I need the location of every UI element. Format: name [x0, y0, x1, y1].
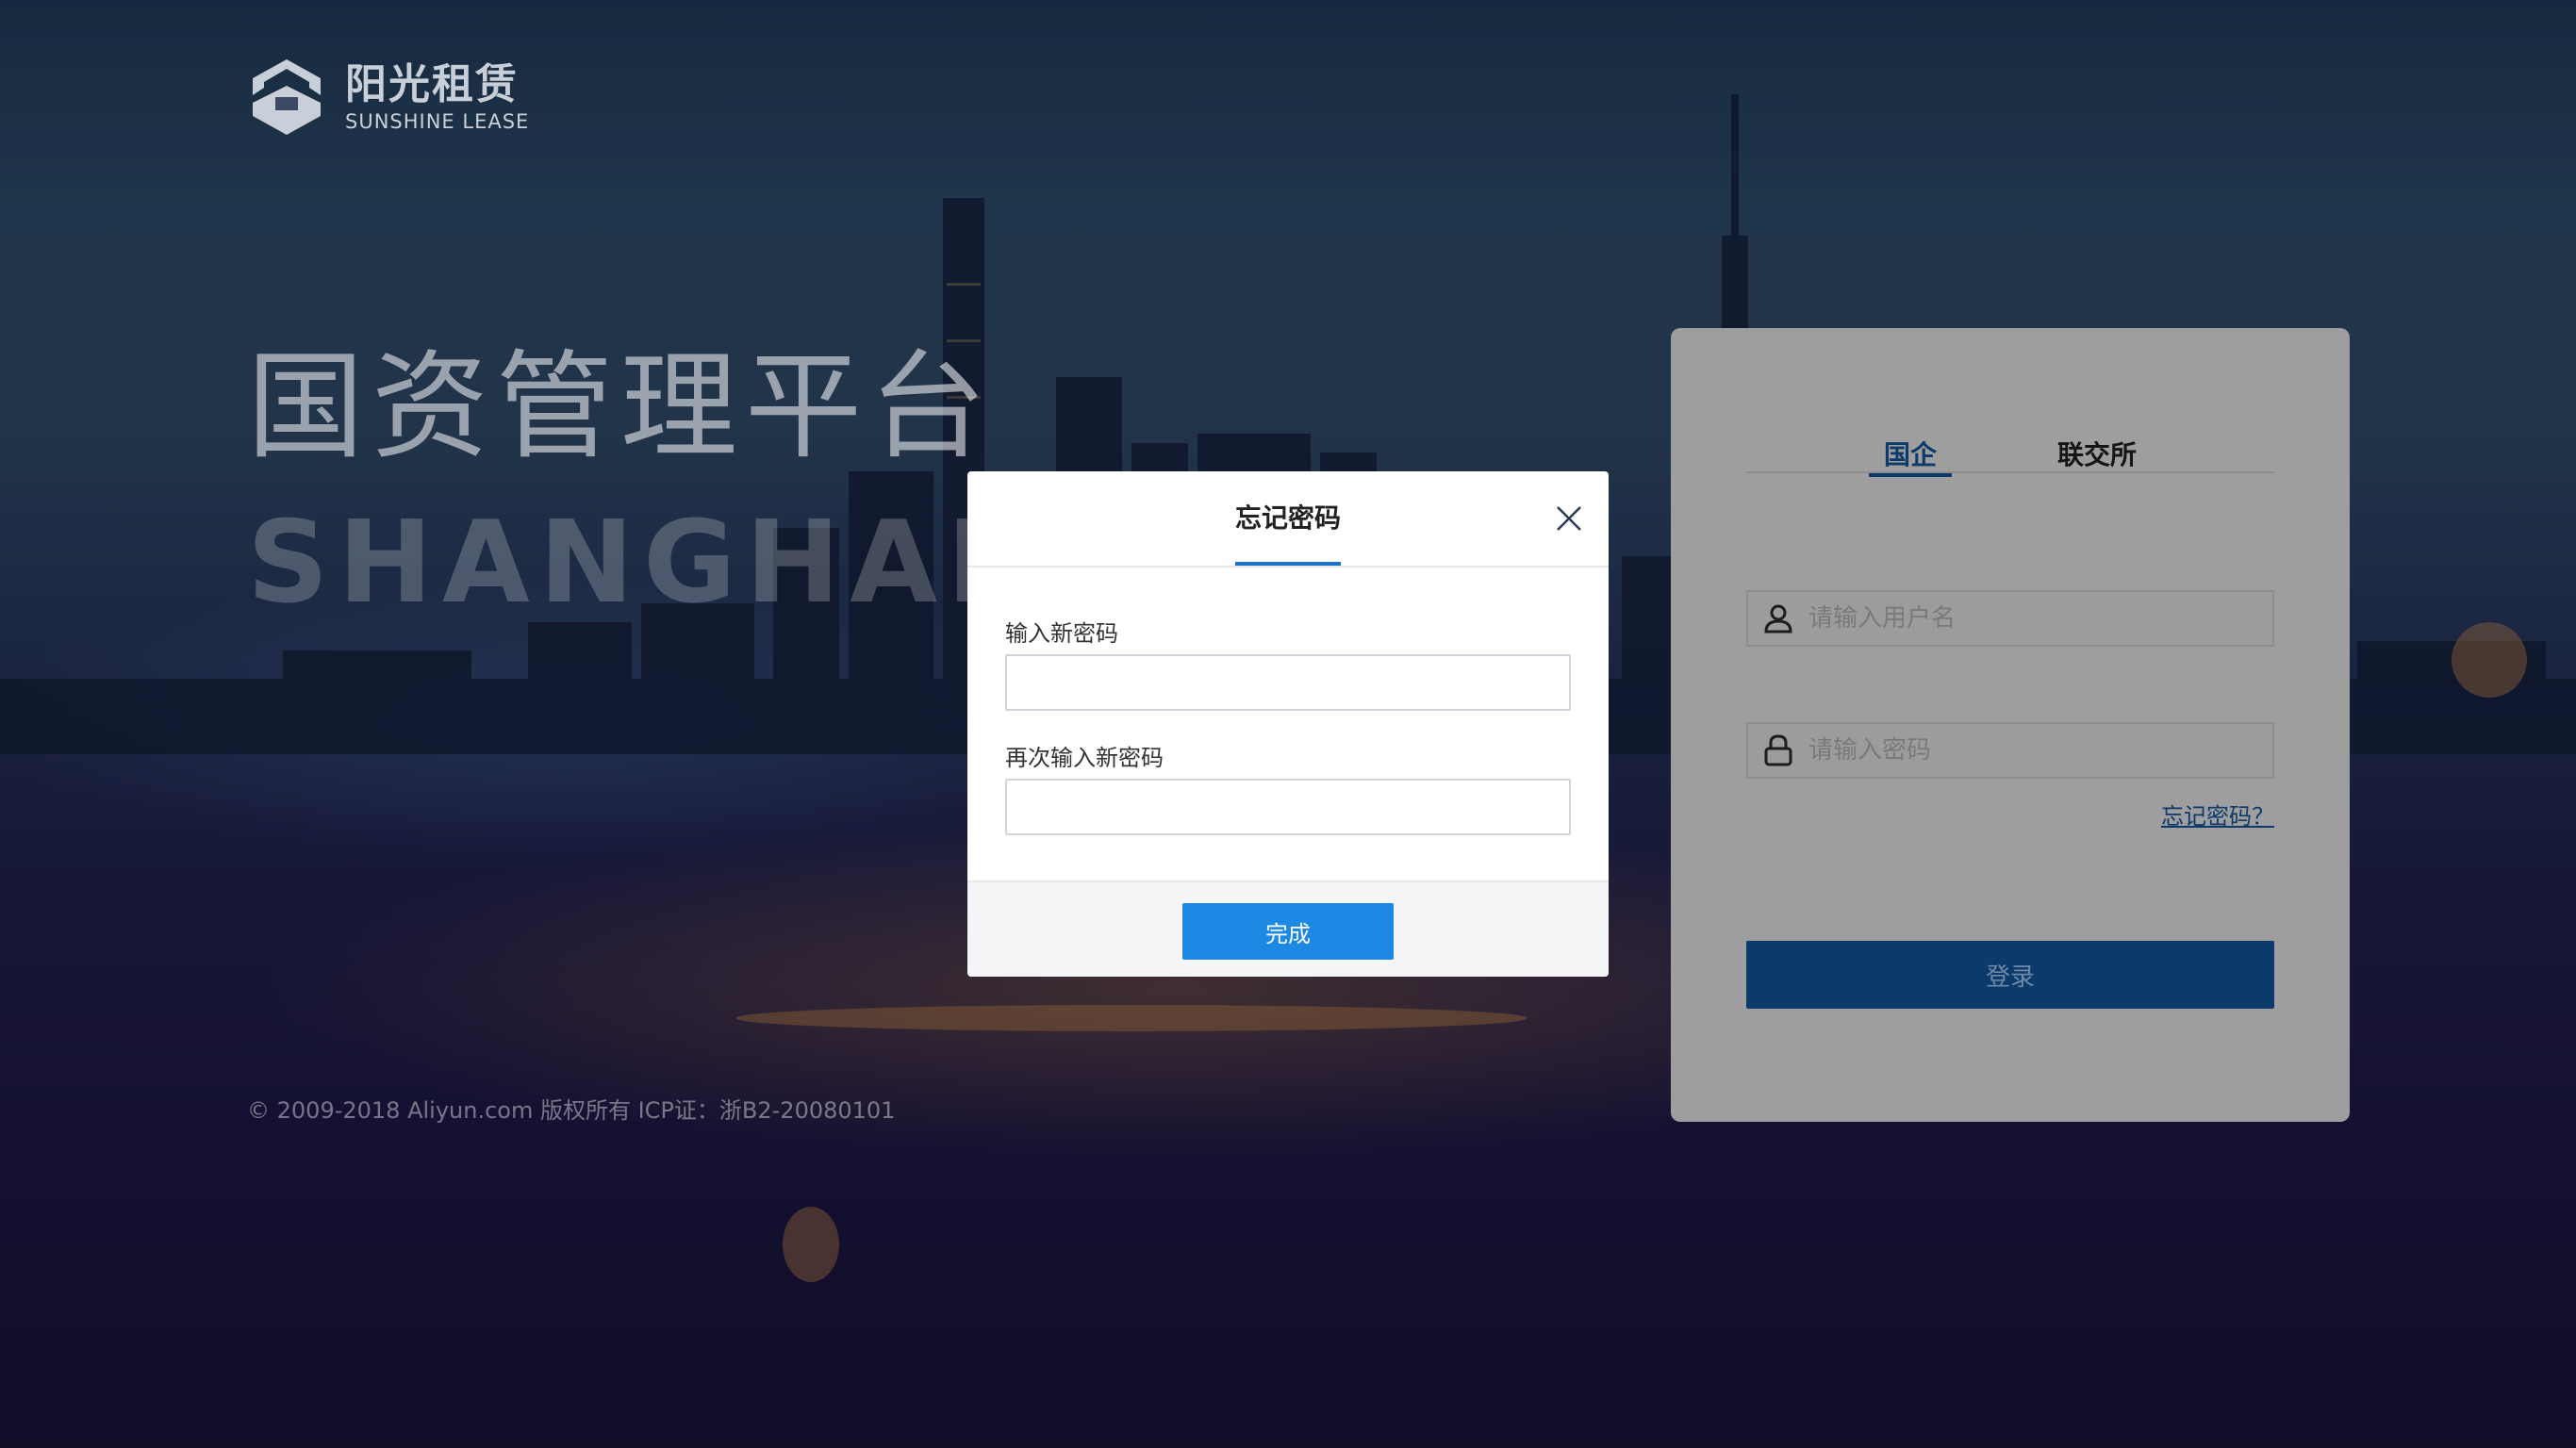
lock-icon [1748, 724, 1808, 777]
done-button[interactable]: 完成 [1182, 903, 1394, 960]
username-field[interactable] [1746, 590, 2274, 647]
password-input[interactable] [1808, 724, 2272, 777]
dialog-footer: 完成 [967, 880, 1609, 977]
tab-state-enterprise[interactable]: 国企 [1869, 420, 1953, 477]
login-panel: 国企 联交所 忘记密码？ 登录 [1671, 328, 2350, 1122]
confirm-password-label: 再次输入新密码 [1005, 745, 1164, 771]
login-button[interactable]: 登录 [1746, 941, 2274, 1009]
house-shield-icon [253, 59, 321, 135]
copyright-text: © 2009-2018 Aliyun.com 版权所有 ICP证：浙B2-200… [247, 1097, 896, 1124]
dialog-title-underline [1235, 562, 1341, 566]
new-password-input[interactable] [1005, 654, 1571, 711]
hero-city: SHANGHAI [247, 498, 999, 629]
brand-name: 阳光租赁 SUNSHINE LEASE [345, 60, 529, 134]
confirm-password-input[interactable] [1005, 779, 1571, 835]
user-icon [1748, 592, 1808, 645]
forgot-password-link[interactable]: 忘记密码？ [2161, 798, 2274, 831]
brand-logo: 阳光租赁 SUNSHINE LEASE [249, 55, 529, 140]
tab-exchange[interactable]: 联交所 [2042, 420, 2152, 473]
login-tabs: 国企 联交所 [1746, 420, 2274, 477]
forgot-password-dialog: 忘记密码 输入新密码 再次输入新密码 完成 [967, 471, 1609, 977]
username-input[interactable] [1808, 592, 2272, 645]
password-field[interactable] [1746, 722, 2274, 779]
dialog-title: 忘记密码 [1234, 502, 1341, 534]
brand-name-cn: 阳光租赁 [345, 60, 519, 108]
new-password-label: 输入新密码 [1005, 620, 1118, 647]
close-icon[interactable] [1554, 503, 1584, 534]
brand-name-en: SUNSHINE LEASE [345, 110, 530, 133]
dialog-header: 忘记密码 [967, 471, 1609, 568]
hero-title: 国资管理平台 [247, 339, 995, 475]
